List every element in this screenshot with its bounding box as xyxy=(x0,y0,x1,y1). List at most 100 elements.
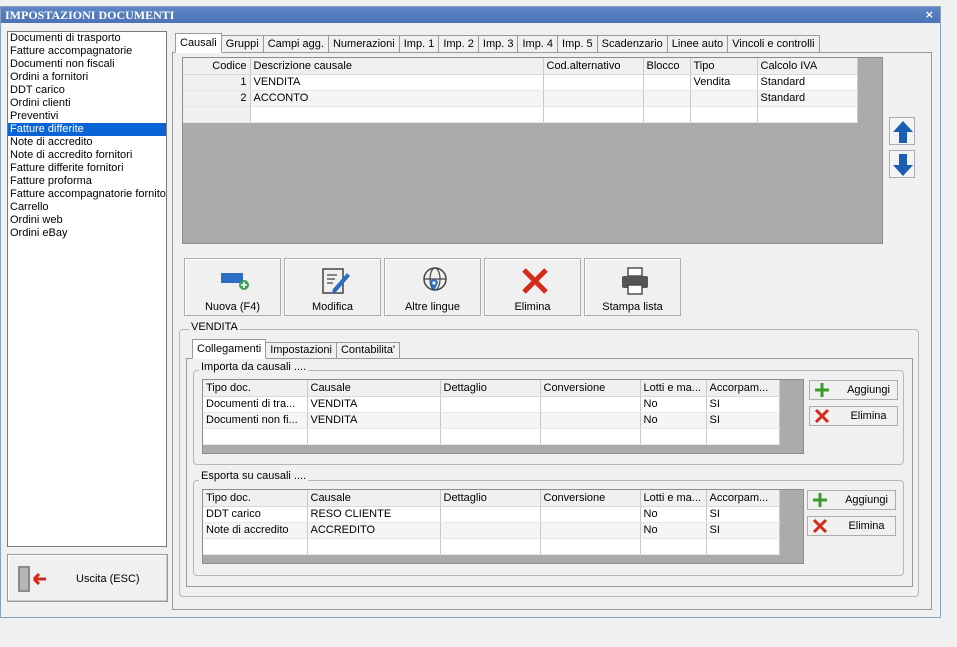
close-icon[interactable]: × xyxy=(925,7,934,23)
import-delete-button[interactable]: Elimina xyxy=(809,406,898,426)
new-button[interactable]: Nuova (F4) xyxy=(184,258,281,316)
doc-type-item[interactable]: Fatture proforma xyxy=(8,175,166,188)
column-header[interactable]: Causale xyxy=(307,380,441,397)
subtab-contabilita[interactable]: Contabilita' xyxy=(335,342,401,359)
table-cell xyxy=(643,106,691,123)
tab-imp-3[interactable]: Imp. 3 xyxy=(477,35,519,53)
column-header[interactable]: Conversione xyxy=(540,490,641,507)
doc-type-item[interactable]: Ordini clienti xyxy=(8,97,166,110)
window-title: IMPOSTAZIONI DOCUMENTI xyxy=(5,8,175,22)
causale-detail-title: VENDITA xyxy=(189,321,240,333)
globe-pin-icon xyxy=(423,267,447,291)
tab-imp-2[interactable]: Imp. 2 xyxy=(438,35,479,53)
export-add-button[interactable]: Aggiungi xyxy=(807,490,896,510)
table-row[interactable] xyxy=(183,106,858,123)
delete-button[interactable]: Elimina xyxy=(484,258,581,316)
other-languages-button[interactable]: Altre lingue xyxy=(384,258,481,316)
table-row[interactable]: DDT carico RESO CLIENTE No SI xyxy=(203,506,780,523)
table-cell xyxy=(640,428,707,445)
tab-gruppi[interactable]: Gruppi xyxy=(220,35,264,53)
table-cell xyxy=(543,74,644,91)
import-add-label: Aggiungi xyxy=(847,384,890,396)
move-up-button[interactable] xyxy=(889,117,915,145)
plus-icon xyxy=(813,493,827,507)
column-header[interactable]: Cod.alternativo xyxy=(543,58,644,75)
column-header[interactable]: Codice xyxy=(183,58,251,75)
table-cell: 2 xyxy=(183,90,251,107)
doc-type-item[interactable]: DDT carico xyxy=(8,84,166,97)
table-cell xyxy=(203,428,308,445)
table-row[interactable]: Documenti non fi... VENDITA No SI xyxy=(203,412,780,429)
table-row[interactable]: 1 VENDITA Vendita Standard xyxy=(183,74,858,91)
column-header[interactable]: Accorpam... xyxy=(706,490,780,507)
tab-campi-agg[interactable]: Campi agg. xyxy=(262,35,329,53)
table-cell xyxy=(440,506,541,523)
column-header[interactable]: Conversione xyxy=(540,380,641,397)
table-cell: Vendita xyxy=(690,74,758,91)
move-down-button[interactable] xyxy=(889,150,915,178)
tab-imp-1[interactable]: Imp. 1 xyxy=(398,35,440,53)
doc-type-item[interactable]: Documenti non fiscali xyxy=(8,58,166,71)
table-cell xyxy=(540,538,641,555)
table-cell xyxy=(540,428,641,445)
tab-numerazioni[interactable]: Numerazioni xyxy=(327,35,400,53)
column-header[interactable]: Calcolo IVA xyxy=(757,58,858,75)
table-row[interactable]: Note di accredito ACCREDITO No SI xyxy=(203,522,780,539)
tab-vincoli-e-controlli[interactable]: Vincoli e controlli xyxy=(727,35,820,53)
doc-type-item[interactable]: Note di accredito fornitori xyxy=(8,149,166,162)
doc-type-item[interactable]: Documenti di trasporto xyxy=(8,32,166,45)
doc-type-item[interactable]: Preventivi xyxy=(8,110,166,123)
subtab-collegamenti[interactable]: Collegamenti xyxy=(192,339,267,359)
doc-type-item[interactable]: Ordini eBay xyxy=(8,227,166,240)
column-header[interactable]: Tipo xyxy=(690,58,758,75)
column-header[interactable]: Lotti e ma... xyxy=(640,380,707,397)
tab-imp-4[interactable]: Imp. 4 xyxy=(517,35,559,53)
table-cell xyxy=(543,90,644,107)
export-delete-button[interactable]: Elimina xyxy=(807,516,896,536)
table-row[interactable]: Documenti di tra... VENDITA No SI xyxy=(203,396,780,413)
table-cell xyxy=(440,522,541,539)
tab-causali[interactable]: Causali xyxy=(175,33,222,53)
doc-type-item[interactable]: Fatture differite xyxy=(8,123,166,136)
column-header[interactable]: Tipo doc. xyxy=(203,380,308,397)
column-header[interactable]: Tipo doc. xyxy=(203,490,308,507)
print-list-button[interactable]: Stampa lista xyxy=(584,258,681,316)
exit-button[interactable]: Uscita (ESC) xyxy=(7,554,168,602)
tab-imp-5[interactable]: Imp. 5 xyxy=(557,35,598,53)
table-cell: Documenti di tra... xyxy=(203,396,308,413)
doc-type-item[interactable]: Note di accredito xyxy=(8,136,166,149)
doc-type-item[interactable]: Ordini a fornitori xyxy=(8,71,166,84)
column-header[interactable]: Lotti e ma... xyxy=(640,490,707,507)
exit-button-label: Uscita (ESC) xyxy=(76,573,140,585)
subtab-impostazioni[interactable]: Impostazioni xyxy=(265,342,337,359)
doc-type-item[interactable]: Fatture accompagnatorie fornito xyxy=(8,188,166,201)
table-row[interactable] xyxy=(203,428,780,445)
table-cell: No xyxy=(640,506,707,523)
column-header[interactable]: Accorpam... xyxy=(706,380,780,397)
doc-type-item[interactable]: Fatture accompagnatorie xyxy=(8,45,166,58)
document-type-list[interactable]: Documenti di trasporto Fatture accompagna… xyxy=(7,31,167,547)
export-grid[interactable]: Tipo doc. Causale Dettaglio Conversione Lott… xyxy=(202,489,804,564)
table-row[interactable] xyxy=(203,538,780,555)
column-header[interactable]: Descrizione causale xyxy=(250,58,544,75)
column-header[interactable]: Dettaglio xyxy=(440,380,541,397)
table-cell xyxy=(307,428,441,445)
column-header[interactable]: Dettaglio xyxy=(440,490,541,507)
table-row[interactable]: 2 ACCONTO Standard xyxy=(183,90,858,107)
table-cell: SI xyxy=(706,396,780,413)
doc-type-item[interactable]: Carrello xyxy=(8,201,166,214)
tab-scadenzario[interactable]: Scadenzario xyxy=(596,35,668,53)
table-cell: No xyxy=(640,522,707,539)
doc-type-item[interactable]: Ordini web xyxy=(8,214,166,227)
table-cell xyxy=(540,396,641,413)
edit-button[interactable]: Modifica xyxy=(284,258,381,316)
import-add-button[interactable]: Aggiungi xyxy=(809,380,898,400)
tab-linee-auto[interactable]: Linee auto xyxy=(666,35,729,53)
delete-button-label: Elimina xyxy=(514,301,551,313)
column-header[interactable]: Causale xyxy=(307,490,441,507)
doc-type-item[interactable]: Fatture differite fornitori xyxy=(8,162,166,175)
table-cell xyxy=(706,428,780,445)
column-header[interactable]: Blocco xyxy=(643,58,691,75)
causali-grid[interactable]: Codice Descrizione causale Cod.alternativo… xyxy=(182,57,883,244)
import-grid[interactable]: Tipo doc. Causale Dettaglio Conversione Lott… xyxy=(202,379,804,454)
